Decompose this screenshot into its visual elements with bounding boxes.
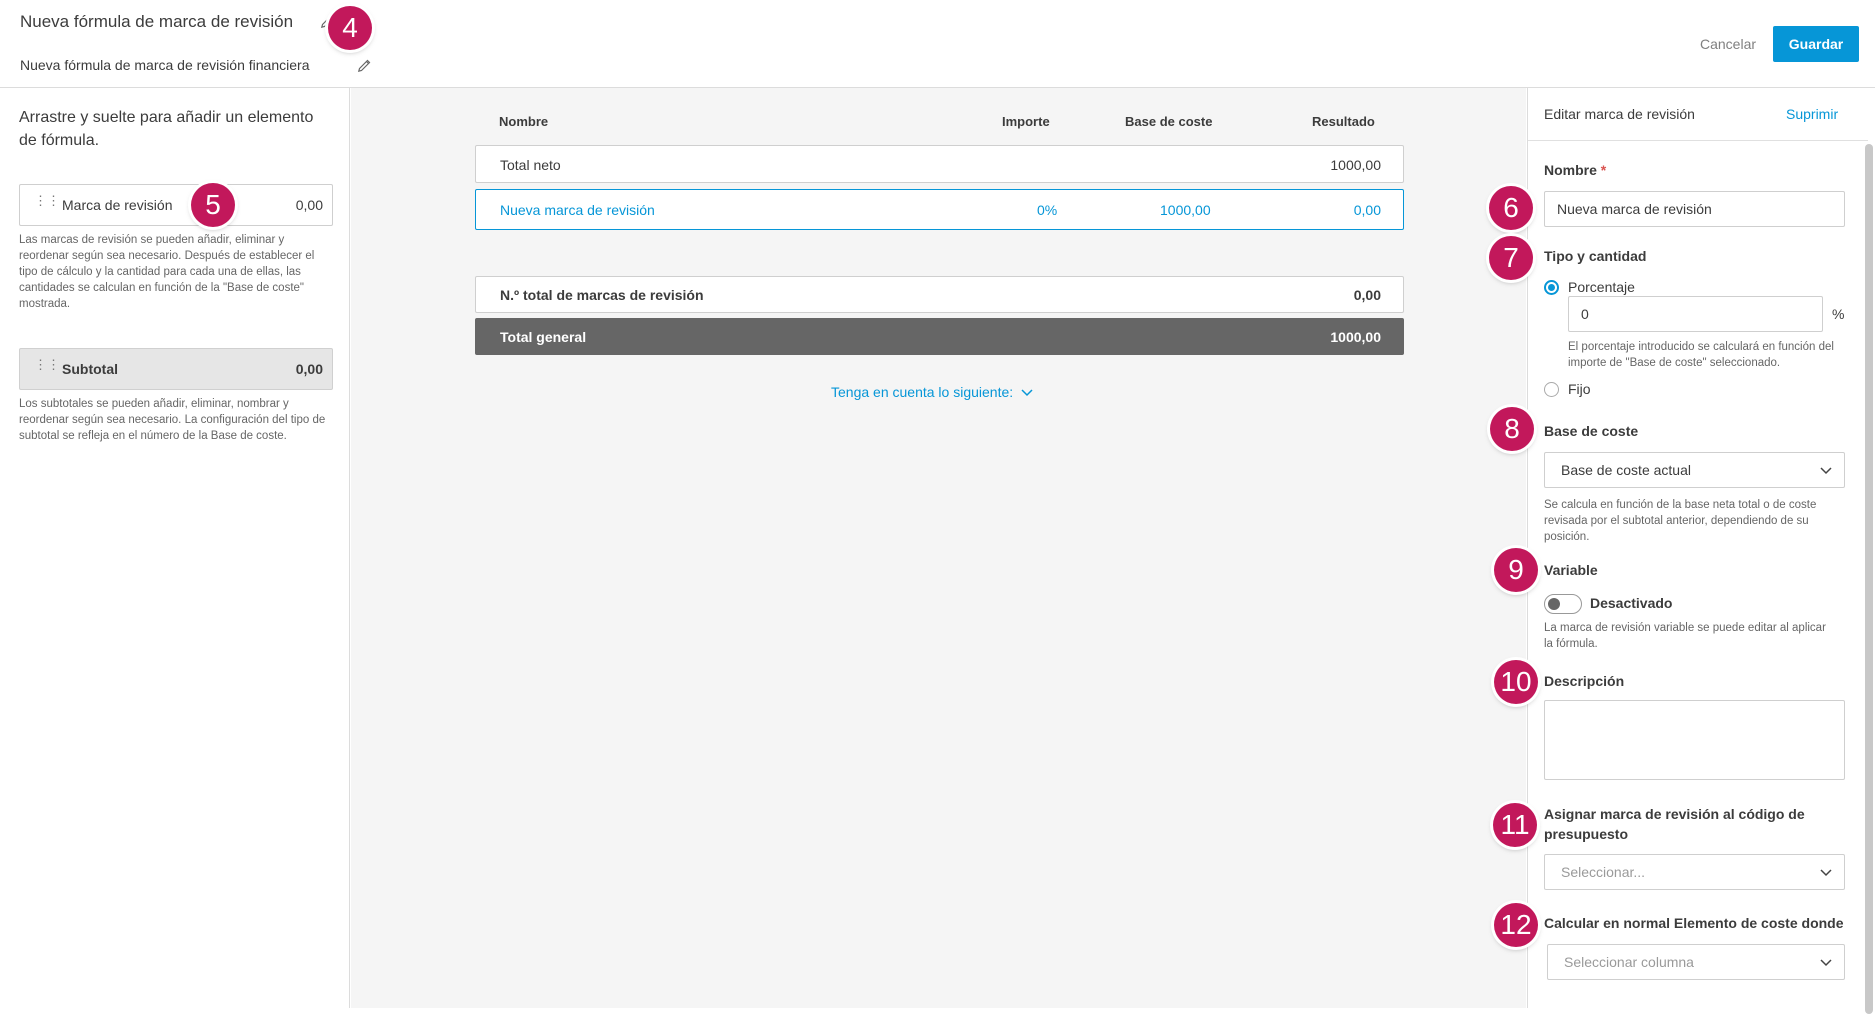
drag-handle-icon[interactable]: ⋮⋮ (34, 194, 60, 213)
callout-badge: 12 (1494, 903, 1538, 947)
row-name: Total general (500, 329, 587, 345)
callout-badge: 11 (1493, 803, 1537, 847)
table-row-grand-total: Total general 1000,00 (475, 318, 1404, 355)
variable-state: Desactivado (1590, 595, 1673, 611)
row-name: Total neto (500, 157, 561, 173)
percentage-radio[interactable] (1544, 280, 1559, 295)
left-panel-title: Arrastre y suelte para añadir un element… (19, 109, 314, 149)
column-select[interactable]: Seleccionar columna (1547, 944, 1845, 980)
drag-handle-icon[interactable]: ⋮⋮ (34, 358, 60, 377)
callout-badge: 4 (328, 6, 372, 50)
row-result: 0,00 (1353, 287, 1381, 303)
fixed-radio[interactable] (1544, 382, 1559, 397)
delete-link[interactable]: Suprimir (1786, 106, 1838, 122)
cost-base-value: Base de coste actual (1561, 462, 1691, 478)
divider (1528, 140, 1868, 141)
table-row-markup-total: N.º total de marcas de revisión 0,00 (475, 276, 1404, 313)
percentage-radio-label: Porcentaje (1568, 279, 1635, 295)
chevron-down-icon (1820, 946, 1832, 980)
markup-drag-item[interactable]: ⋮⋮ Marca de revisión 0,00 (19, 184, 333, 226)
calc-cost-element-label: Calcular en normal Elemento de coste don… (1544, 915, 1844, 931)
subtotal-help-text: Los subtotales se pueden añadir, elimina… (19, 398, 326, 442)
column-select-placeholder: Seleccionar columna (1564, 954, 1694, 970)
formula-title: Nueva fórmula de marca de revisión (20, 12, 294, 31)
header-bar: Nueva fórmula de marca de revisión Nueva… (0, 0, 1875, 88)
markup-help-text: Las marcas de revisión se pueden añadir,… (19, 234, 315, 310)
callout-badge: 9 (1494, 548, 1538, 592)
budget-code-select[interactable]: Seleccionar... (1544, 854, 1845, 890)
table-row-markup[interactable]: Nueva marca de revisión 0% 1000,00 0,00 (475, 189, 1404, 230)
cost-base-select[interactable]: Base de coste actual (1544, 452, 1845, 488)
column-header-name: Nombre (499, 114, 549, 129)
subtotal-drag-item[interactable]: ⋮⋮ Subtotal 0,00 (19, 348, 333, 390)
row-result: 1000,00 (1330, 157, 1381, 173)
edit-panel-heading: Editar marca de revisión (1544, 106, 1695, 122)
variable-toggle[interactable] (1544, 594, 1582, 614)
column-header-cost-base: Base de coste (1125, 114, 1213, 129)
chevron-down-icon (1820, 454, 1832, 488)
drag-item-value: 0,00 (295, 361, 323, 377)
drag-item-label: Marca de revisión (62, 197, 173, 213)
description-label: Descripción (1544, 673, 1625, 689)
percentage-input[interactable] (1568, 296, 1823, 332)
edit-markup-panel: Editar marca de revisión Suprimir Nombre… (1527, 88, 1875, 1014)
column-header-result: Resultado (1312, 114, 1375, 129)
callout-badge: 7 (1489, 236, 1533, 280)
row-result: 0,00 (1353, 202, 1381, 218)
name-label: Nombre * (1544, 162, 1607, 178)
edit-subtitle-pencil-icon[interactable] (356, 58, 372, 74)
panel-scrollbar[interactable] (1865, 144, 1873, 1014)
chevron-down-icon (1820, 856, 1832, 890)
assign-budget-code-label: Asignar marca de revisión al código de p… (1544, 806, 1805, 842)
formula-table-area: Nombre Importe Base de coste Resultado T… (351, 88, 1526, 1008)
callout-badge: 10 (1494, 660, 1538, 704)
row-result: 1000,00 (1330, 329, 1381, 345)
notes-link-label: Tenga en cuenta lo siguiente: (831, 384, 1014, 400)
callout-badge: 8 (1490, 407, 1534, 451)
callout-badge: 5 (191, 183, 235, 227)
type-amount-label: Tipo y cantidad (1544, 248, 1647, 264)
variable-label: Variable (1544, 562, 1598, 578)
table-row-net-total[interactable]: Total neto 1000,00 (475, 145, 1404, 183)
name-input[interactable] (1544, 191, 1845, 227)
row-name: N.º total de marcas de revisión (500, 287, 704, 303)
save-button[interactable]: Guardar (1773, 26, 1859, 62)
budget-code-placeholder: Seleccionar... (1561, 864, 1646, 880)
column-header-amount: Importe (1002, 114, 1050, 129)
row-cost-base: 1000,00 (1160, 202, 1211, 218)
cancel-button[interactable]: Cancelar (1700, 36, 1756, 52)
percentage-help: El porcentaje introducido se calculará e… (1568, 341, 1834, 369)
formula-elements-panel: Arrastre y suelte para añadir un element… (0, 88, 350, 1008)
drag-item-value: 0,00 (295, 197, 323, 213)
chevron-down-icon (1021, 384, 1033, 400)
notes-toggle-link[interactable]: Tenga en cuenta lo siguiente: (831, 384, 1033, 400)
row-amount: 0% (1037, 202, 1058, 218)
fixed-radio-label: Fijo (1568, 381, 1591, 397)
cost-base-label: Base de coste (1544, 423, 1639, 439)
description-textarea[interactable] (1544, 700, 1845, 780)
percent-sign: % (1832, 306, 1845, 322)
cost-base-help: Se calcula en función de la base neta to… (1544, 499, 1817, 543)
callout-badge: 6 (1489, 186, 1533, 230)
drag-item-label: Subtotal (62, 361, 118, 377)
formula-subtitle: Nueva fórmula de marca de revisión finan… (20, 57, 310, 73)
variable-help: La marca de revisión variable se puede e… (1544, 622, 1826, 650)
row-name: Nueva marca de revisión (500, 202, 655, 218)
